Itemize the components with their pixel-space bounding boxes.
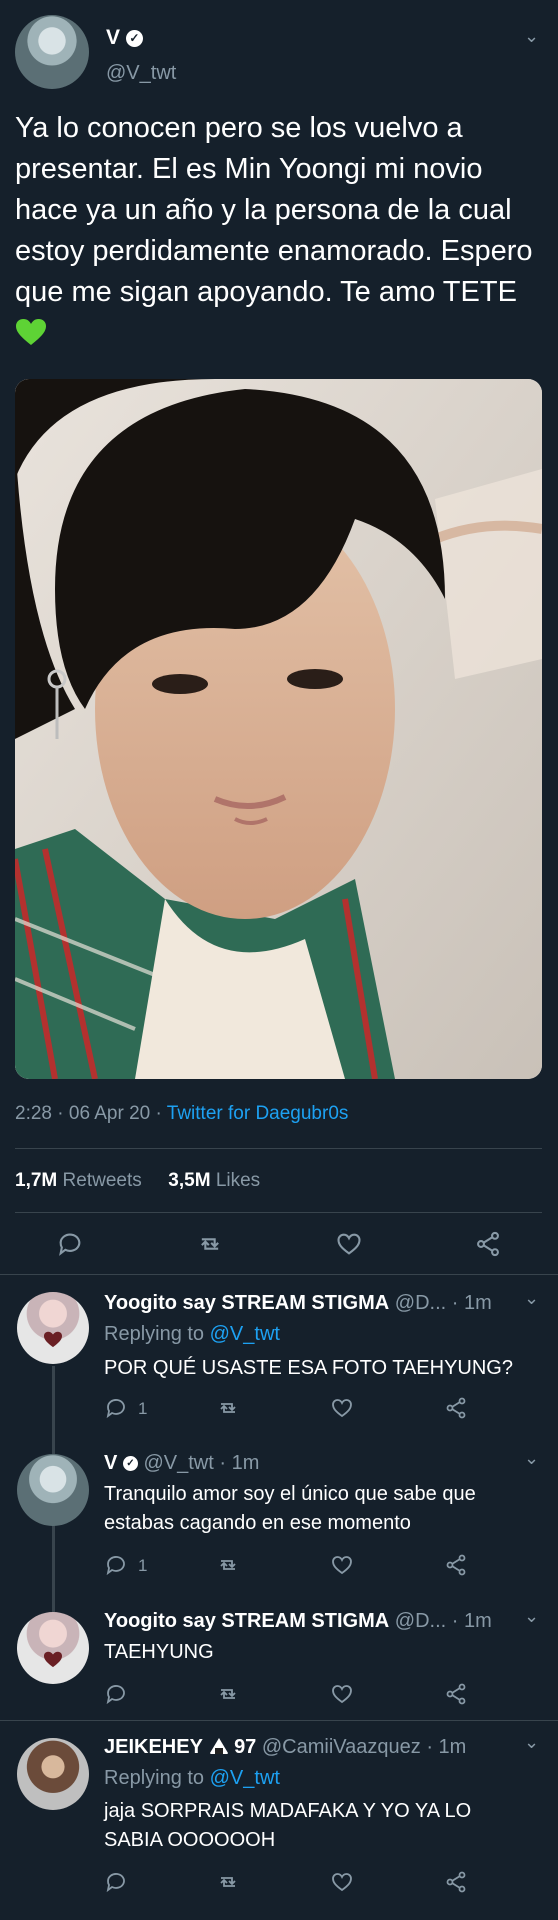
retweet-icon[interactable] xyxy=(216,1396,240,1420)
reply-icon[interactable] xyxy=(104,1870,128,1894)
divider xyxy=(0,1720,558,1721)
avatar[interactable] xyxy=(17,1454,89,1526)
like-icon[interactable] xyxy=(330,1682,354,1706)
tweet-text: Ya lo conocen pero se los vuelvo a prese… xyxy=(15,112,533,308)
tweet-time: 2:28 xyxy=(15,1103,52,1124)
tweet-photo[interactable] xyxy=(15,379,542,1079)
avatar[interactable] xyxy=(17,1738,89,1810)
replying-to-handle[interactable]: @V_twt xyxy=(210,1323,280,1345)
divider xyxy=(15,1212,542,1213)
replying-to-label: Replying to xyxy=(104,1323,205,1345)
author-name-row[interactable]: V ✓ xyxy=(106,26,143,50)
retweet-icon[interactable] xyxy=(196,1230,224,1258)
reply-text-line: SABIA OOOOOOH xyxy=(104,1829,276,1851)
reply-text-line: jaja SORPRAIS MADAFAKA Y YO YA LO xyxy=(104,1800,472,1822)
reply-text: TAEHYUNG xyxy=(104,1641,214,1663)
reply-icon[interactable] xyxy=(104,1682,128,1706)
reply-text: POR QUÉ USASTE ESA FOTO TAEHYUNG? xyxy=(104,1357,513,1379)
like-icon[interactable] xyxy=(330,1396,354,1420)
replying-to-handle[interactable]: @V_twt xyxy=(210,1767,280,1789)
chevron-down-icon[interactable]: ⌄ xyxy=(524,1732,539,1753)
reply-text-line: estabas cagando en ese momento xyxy=(104,1512,411,1534)
reply-icon[interactable] xyxy=(104,1396,128,1420)
thread-line xyxy=(52,1524,55,1612)
reply-header: V ✓ @V_twt · 1m xyxy=(104,1452,259,1475)
reply-header: Yoogito say STREAM STIGMA @D... · 1m xyxy=(104,1610,544,1633)
tweet-text-block: Ya lo conocen pero se los vuelvo a prese… xyxy=(15,108,540,354)
chevron-down-icon[interactable]: ⌄ xyxy=(524,1448,539,1469)
reply-handle-time[interactable]: @D... · 1m xyxy=(395,1292,492,1314)
avatar[interactable] xyxy=(15,15,89,89)
share-icon[interactable] xyxy=(444,1553,468,1577)
heart-hands-icon xyxy=(44,1651,62,1668)
likes-label: Likes xyxy=(215,1170,261,1191)
reply-count: 1 xyxy=(138,1556,148,1575)
reply-handle-time[interactable]: @CamiiVaazquez · 1m xyxy=(262,1736,466,1758)
share-icon[interactable] xyxy=(444,1682,468,1706)
likes-stat[interactable]: 3,5M Likes xyxy=(168,1170,260,1191)
reply-author-name-suffix: 97 xyxy=(234,1736,257,1758)
reply-text-block: jaja SORPRAIS MADAFAKA Y YO YA LO SABIA … xyxy=(104,1797,471,1855)
divider xyxy=(15,1148,542,1149)
avatar[interactable] xyxy=(17,1292,89,1364)
reply-text-block: Tranquilo amor soy el único que sabe que… xyxy=(104,1480,476,1538)
retweet-icon[interactable] xyxy=(216,1870,240,1894)
retweets-count: 1,7M xyxy=(15,1170,58,1191)
chevron-down-icon[interactable]: ⌄ xyxy=(524,1606,539,1627)
onigiri-icon xyxy=(209,1738,228,1754)
author-name: V xyxy=(106,26,121,49)
share-icon[interactable] xyxy=(444,1396,468,1420)
reply-handle-time[interactable]: @D... · 1m xyxy=(395,1610,492,1632)
reply-icon[interactable] xyxy=(56,1230,84,1258)
like-icon[interactable] xyxy=(330,1553,354,1577)
author-handle[interactable]: @V_twt xyxy=(106,62,176,85)
chevron-down-icon[interactable]: ⌄ xyxy=(524,1288,539,1309)
tweet-source[interactable]: Twitter for Daegubr0s xyxy=(167,1103,349,1124)
retweet-icon[interactable] xyxy=(216,1682,240,1706)
verified-icon: ✓ xyxy=(122,1456,138,1472)
tweet-date: 06 Apr 20 xyxy=(68,1103,151,1124)
reply-header: JEIKEHEY 97 @CamiiVaazquez · 1m xyxy=(104,1736,544,1759)
verified-icon: ✓ xyxy=(125,29,143,47)
retweets-label: Retweets xyxy=(62,1170,142,1191)
thread-line xyxy=(52,1366,55,1456)
reply-author-name[interactable]: V xyxy=(104,1452,117,1474)
chevron-down-icon[interactable]: ⌄ xyxy=(524,26,539,47)
tweet-timestamp[interactable]: 2:28 · 06 Apr 20 · Twitter for Daegubr0s xyxy=(15,1103,348,1125)
retweets-stat[interactable]: 1,7M Retweets xyxy=(15,1170,147,1191)
reply-header: Yoogito say STREAM STIGMA @D... · 1m xyxy=(104,1292,544,1315)
divider xyxy=(0,1274,558,1275)
likes-count: 3,5M xyxy=(168,1170,211,1191)
reply-handle-time[interactable]: @V_twt · 1m xyxy=(143,1452,259,1474)
replying-to-label: Replying to xyxy=(104,1767,205,1789)
green-heart-icon xyxy=(16,319,46,345)
replying-to: Replying to @V_twt xyxy=(104,1767,280,1790)
heart-hands-icon xyxy=(44,1331,62,1348)
reply-icon[interactable] xyxy=(104,1553,128,1577)
avatar[interactable] xyxy=(17,1612,89,1684)
reply-author-name[interactable]: Yoogito say STREAM STIGMA xyxy=(104,1610,389,1632)
reply-author-name[interactable]: JEIKEHEY xyxy=(104,1736,203,1758)
tweet-stats: 1,7M Retweets 3,5M Likes xyxy=(15,1170,260,1192)
like-icon[interactable] xyxy=(330,1870,354,1894)
photo-illustration xyxy=(15,379,542,1079)
retweet-icon[interactable] xyxy=(216,1553,240,1577)
like-icon[interactable] xyxy=(335,1230,363,1258)
share-icon[interactable] xyxy=(474,1230,502,1258)
share-icon[interactable] xyxy=(444,1870,468,1894)
reply-author-name[interactable]: Yoogito say STREAM STIGMA xyxy=(104,1292,389,1314)
replying-to: Replying to @V_twt xyxy=(104,1323,280,1346)
reply-count: 1 xyxy=(138,1399,148,1418)
reply-text-line: Tranquilo amor soy el único que sabe que xyxy=(104,1483,476,1505)
